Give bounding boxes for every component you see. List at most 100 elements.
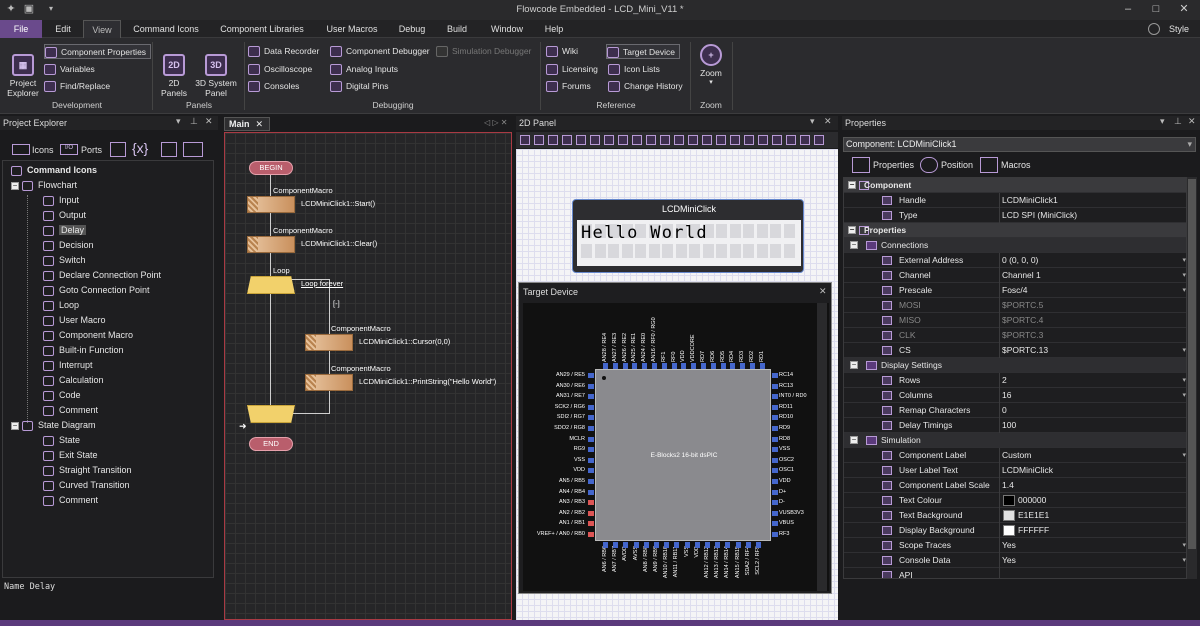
chip-pin[interactable] bbox=[750, 363, 755, 369]
icon-lists-button[interactable]: Icon Lists bbox=[608, 62, 660, 77]
variables-button[interactable]: Variables bbox=[44, 62, 95, 77]
chevron-down-icon[interactable]: ▾ bbox=[1182, 268, 1186, 283]
pin-icon[interactable]: ▾ bbox=[176, 116, 181, 127]
chevron-down-icon[interactable]: ▾ bbox=[1182, 373, 1186, 388]
chip-pin[interactable] bbox=[772, 394, 778, 400]
chip-pin[interactable] bbox=[588, 500, 594, 506]
property-row[interactable]: Delay Timings 100 bbox=[844, 418, 1186, 433]
tab-main[interactable]: Main ✕ bbox=[224, 117, 270, 131]
3d-system-panel-button[interactable]: 3D 3D System Panel bbox=[194, 44, 238, 98]
property-value[interactable]: 16 bbox=[1002, 388, 1011, 403]
chip-pin[interactable] bbox=[772, 532, 778, 537]
menu-debug[interactable]: Debug bbox=[392, 20, 432, 38]
chip-pin[interactable] bbox=[772, 426, 778, 431]
begin-terminator[interactable]: BEGIN bbox=[249, 161, 293, 175]
expand-toggle-icon[interactable]: − bbox=[11, 181, 19, 190]
close-icon[interactable]: ✕ bbox=[1174, 1, 1194, 17]
property-value[interactable]: LCDMiniClick1 bbox=[1002, 193, 1058, 208]
property-row[interactable]: MOSI $PORTC.5 bbox=[844, 298, 1186, 313]
menu-help[interactable]: Help bbox=[538, 20, 570, 38]
menu-user-macros[interactable]: User Macros bbox=[318, 20, 386, 38]
property-row[interactable]: Text Colour 000000 bbox=[844, 493, 1186, 508]
property-value[interactable]: $PORTC.13 bbox=[1002, 343, 1048, 358]
property-row[interactable]: − Display Settings bbox=[844, 358, 1186, 373]
loop-end-block[interactable] bbox=[247, 405, 295, 423]
property-value[interactable]: 100 bbox=[1002, 418, 1016, 433]
tree-item[interactable]: Comment bbox=[43, 493, 98, 508]
component-debugger-button[interactable]: Component Debugger bbox=[330, 44, 430, 59]
toolbar-tool-icon[interactable] bbox=[660, 135, 670, 145]
chip-pin[interactable] bbox=[730, 363, 736, 369]
chip-pin[interactable] bbox=[740, 363, 746, 369]
toolbar-tool-icon[interactable] bbox=[618, 135, 628, 145]
close-panel-icon[interactable]: ✕ bbox=[824, 116, 832, 127]
chip-pin[interactable] bbox=[588, 373, 594, 378]
chip-pin[interactable] bbox=[772, 489, 778, 495]
property-value[interactable]: 0 (0, 0, 0) bbox=[1002, 253, 1038, 268]
tree-item[interactable]: User Macro bbox=[43, 313, 106, 328]
toolbar-tool-icon[interactable] bbox=[632, 135, 642, 145]
tree-item[interactable]: Exit State bbox=[43, 448, 98, 463]
chip-pin[interactable] bbox=[772, 415, 778, 421]
tree-item[interactable]: Output bbox=[43, 208, 86, 223]
chip-pin[interactable] bbox=[759, 363, 765, 369]
chip-pin[interactable] bbox=[588, 426, 594, 431]
tree-item[interactable]: − State Diagram bbox=[11, 418, 96, 433]
chip-pin[interactable] bbox=[588, 404, 594, 410]
tree-item[interactable]: Component Macro bbox=[43, 328, 133, 343]
tree-item[interactable]: Interrupt bbox=[43, 358, 93, 373]
toolbar-tool-icon[interactable] bbox=[730, 135, 740, 145]
tree-item[interactable]: Delay bbox=[43, 223, 87, 238]
tree-item[interactable]: Built-in Function bbox=[43, 343, 124, 358]
components-tab-icon[interactable] bbox=[183, 142, 203, 157]
tab-ports[interactable]: Ports bbox=[81, 145, 102, 155]
property-value[interactable]: LCDMiniClick bbox=[1002, 463, 1053, 478]
chip-pin[interactable] bbox=[772, 383, 778, 389]
property-row[interactable]: Remap Characters 0 bbox=[844, 403, 1186, 418]
chip-pin[interactable] bbox=[588, 457, 594, 463]
expand-toggle-icon[interactable]: − bbox=[850, 361, 858, 369]
chip-pin[interactable] bbox=[643, 542, 649, 548]
chevron-down-icon[interactable]: ▾ bbox=[1182, 538, 1186, 553]
dock-icon[interactable]: ⊥ bbox=[1174, 116, 1182, 127]
toolbar-tool-icon[interactable] bbox=[674, 135, 684, 145]
property-value[interactable]: 2 bbox=[1002, 373, 1007, 388]
chevron-down-icon[interactable]: ▾ bbox=[1182, 343, 1186, 358]
tab-macros[interactable]: Macros bbox=[1001, 160, 1031, 170]
simulation-debugger-button[interactable]: Simulation Debugger bbox=[436, 44, 531, 59]
property-row[interactable]: Component Label Custom ▾ bbox=[844, 448, 1186, 463]
target-device-button[interactable]: Target Device bbox=[606, 44, 680, 59]
property-row[interactable]: CS $PORTC.13 ▾ bbox=[844, 343, 1186, 358]
chip-pin[interactable] bbox=[772, 510, 778, 516]
chip-pin[interactable] bbox=[705, 542, 710, 548]
component-macro-clear[interactable] bbox=[247, 236, 295, 253]
chevron-down-icon[interactable]: ▾ bbox=[1182, 253, 1186, 268]
chip-pin[interactable] bbox=[745, 542, 751, 548]
chip-pin[interactable] bbox=[735, 542, 741, 548]
chip-pin[interactable] bbox=[654, 542, 659, 548]
loop-start-block[interactable] bbox=[247, 276, 295, 294]
chip-pin[interactable] bbox=[603, 542, 608, 548]
property-value[interactable]: $PORTC.4 bbox=[1002, 313, 1043, 328]
dspic-chip[interactable]: E-Blocks2 16-bit dsPIC bbox=[595, 369, 771, 541]
chip-pin[interactable] bbox=[633, 542, 639, 548]
device-scrollbar[interactable] bbox=[817, 303, 827, 591]
menu-edit[interactable]: Edit bbox=[46, 20, 80, 38]
change-history-button[interactable]: Change History bbox=[608, 79, 683, 94]
toolbar-tool-icon[interactable] bbox=[520, 135, 530, 145]
find-replace-button[interactable]: Find/Replace bbox=[44, 79, 110, 94]
tree-item[interactable]: Calculation bbox=[43, 373, 104, 388]
toolbar-tool-icon[interactable] bbox=[702, 135, 712, 145]
toolbar-tool-icon[interactable] bbox=[786, 135, 796, 145]
chevron-down-icon[interactable]: ▾ bbox=[1182, 553, 1186, 568]
chip-pin[interactable] bbox=[588, 415, 594, 421]
tab-position[interactable]: Position bbox=[941, 160, 973, 170]
chip-pin[interactable] bbox=[772, 447, 778, 453]
chip-pin[interactable] bbox=[715, 542, 721, 548]
chevron-down-icon[interactable]: ▾ bbox=[1182, 448, 1186, 463]
chip-pin[interactable] bbox=[612, 363, 618, 369]
toolbar-tool-icon[interactable] bbox=[562, 135, 572, 145]
chip-pin[interactable] bbox=[588, 447, 594, 453]
chip-pin[interactable] bbox=[772, 457, 778, 463]
consoles-button[interactable]: Consoles bbox=[248, 79, 299, 94]
